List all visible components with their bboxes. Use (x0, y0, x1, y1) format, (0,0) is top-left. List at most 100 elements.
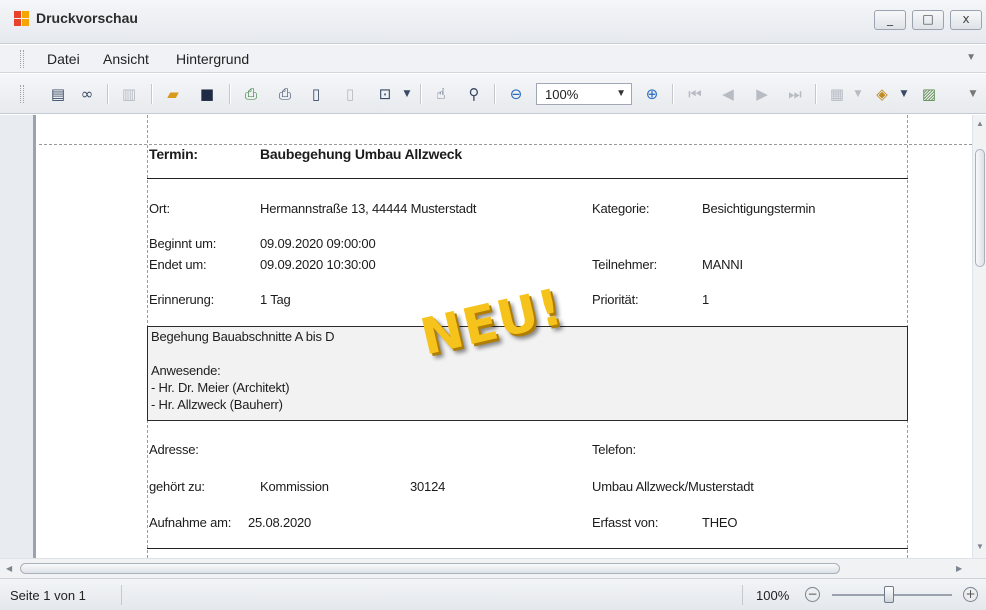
aufnahme-value: 25.08.2020 (248, 515, 312, 530)
toolbar-separator (494, 84, 495, 104)
find-icon[interactable]: ∞ (76, 84, 98, 104)
zoom-out-icon[interactable]: ⊖ (505, 84, 527, 104)
erinnerung-label: Erinnerung: (149, 292, 215, 307)
zoom-out-circle-icon[interactable]: − (805, 587, 820, 602)
margin-guide-top (39, 144, 972, 145)
projekt-value: Umbau Allzweck/Musterstadt (592, 479, 754, 494)
zoom-value: 100% (545, 87, 579, 102)
beginn-label: Beginnt um: (149, 236, 217, 251)
chevron-down-icon[interactable]: ▼ (616, 88, 626, 99)
toolbar-overflow-icon[interactable]: ▼ (962, 84, 984, 104)
last-page-icon[interactable]: ⏭ (784, 84, 806, 104)
zoom-percentage: 100% (756, 588, 790, 603)
toolbar-separator (672, 84, 673, 104)
kategorie-label: Kategorie: (592, 201, 650, 216)
scale-icon[interactable]: ▯ (339, 84, 361, 104)
page-left-edge (0, 115, 36, 558)
toolbar-separator (229, 84, 230, 104)
telefon-label: Telefon: (592, 442, 636, 457)
termin-label: Termin: (149, 146, 198, 162)
toolbar-grip[interactable] (20, 85, 24, 103)
menu-grip[interactable] (20, 50, 24, 68)
page-setup-icon[interactable]: ▯ (305, 84, 327, 104)
maximize-icon: □ (922, 12, 934, 26)
ende-label: Endet um: (149, 257, 207, 272)
ort-value: Hermannstraße 13, 44444 Musterstadt (260, 201, 477, 216)
print-dialog-icon[interactable]: ⎙ (240, 84, 262, 104)
erfasst-value: THEO (702, 515, 738, 530)
header-rule (147, 178, 908, 179)
footer-rule (147, 548, 908, 549)
status-bar: Seite 1 von 1 100% − + (0, 578, 986, 610)
gehoert-label: gehört zu: (149, 479, 205, 494)
teilnehmer-value: MANNI (702, 257, 743, 272)
erinnerung-value: 1 Tag (260, 292, 291, 307)
menu-ansicht[interactable]: Ansicht (103, 51, 149, 67)
status-separator (742, 585, 743, 605)
maximize-button[interactable]: □ (912, 10, 944, 30)
open-icon[interactable]: ▰ (162, 84, 184, 104)
page-color-dropdown-icon[interactable]: ▼ (893, 84, 915, 104)
close-icon: x (962, 12, 970, 26)
gehoert-value: Kommission (260, 479, 329, 494)
scroll-left-icon[interactable]: ◀ (6, 564, 12, 573)
toolbar-separator (107, 84, 108, 104)
page-margins-dropdown-icon[interactable]: ▼ (396, 84, 418, 104)
zoom-in-circle-icon[interactable]: + (963, 587, 978, 602)
parameters-icon[interactable]: ▥ (118, 84, 140, 104)
hand-tool-icon[interactable]: ☝ (430, 84, 452, 104)
document-map-icon[interactable]: ▤ (47, 84, 69, 104)
prioritaet-value: 1 (702, 292, 710, 307)
page-margins-icon[interactable]: ⊡ (374, 84, 396, 104)
app-icon (14, 11, 32, 29)
close-button[interactable]: x (950, 10, 982, 30)
magnifier-icon[interactable]: ⚲ (463, 84, 485, 104)
multiple-pages-dropdown-icon[interactable]: ▼ (847, 84, 869, 104)
menu-overflow-icon[interactable]: ▼ (966, 52, 976, 63)
scroll-right-icon[interactable]: ▶ (956, 564, 962, 573)
zoom-slider-thumb[interactable] (884, 586, 894, 603)
zoom-combobox[interactable]: 100% ▼ (536, 83, 632, 105)
menu-hintergrund[interactable]: Hintergrund (176, 51, 249, 67)
next-page-icon[interactable]: ▶ (751, 84, 773, 104)
prioritaet-label: Priorität: (592, 292, 639, 307)
notes-line: - Hr. Dr. Meier (Architekt) (151, 380, 290, 395)
toolbar-separator (420, 84, 421, 104)
notes-line: - Hr. Allzweck (Bauherr) (151, 397, 283, 412)
adresse-label: Adresse: (149, 442, 199, 457)
ort-label: Ort: (149, 201, 170, 216)
scroll-up-icon[interactable]: ▲ (976, 119, 984, 128)
toolbar: ▤ ∞ ▥ ▰ ■ ⎙ ⎙ ▯ ▯ ⊡ ▼ ☝ ⚲ ⊖ 100% ▼ ⊕ ⏮ ◀… (0, 74, 986, 114)
toolbar-separator (151, 84, 152, 104)
menu-bar: Datei Ansicht Hintergrund ▼ (0, 45, 986, 73)
aufnahme-label: Aufnahme am: (149, 515, 232, 530)
ende-value: 09.09.2020 10:30:00 (260, 257, 376, 272)
zoom-in-icon[interactable]: ⊕ (641, 84, 663, 104)
horizontal-scrollbar[interactable]: ◀ ▶ (0, 558, 986, 578)
watermark-icon[interactable]: ▨ (918, 84, 940, 104)
teilnehmer-label: Teilnehmer: (592, 257, 657, 272)
scroll-down-icon[interactable]: ▼ (976, 542, 984, 551)
status-separator (121, 585, 122, 605)
previous-page-icon[interactable]: ◀ (717, 84, 739, 104)
minimize-icon: _ (887, 12, 893, 26)
first-page-icon[interactable]: ⏮ (684, 84, 706, 104)
multiple-pages-icon[interactable]: ▦ (826, 84, 848, 104)
erfasst-label: Erfasst von: (592, 515, 659, 530)
window-title: Druckvorschau (36, 10, 138, 26)
vertical-scroll-thumb[interactable] (975, 149, 985, 267)
save-icon[interactable]: ■ (196, 84, 218, 104)
vertical-scrollbar[interactable]: ▲ ▼ (972, 115, 986, 558)
preview-viewport[interactable]: Termin: Baubegehung Umbau Allzweck Ort: … (0, 115, 972, 558)
minimize-button[interactable]: _ (874, 10, 906, 30)
print-icon[interactable]: ⎙ (274, 84, 296, 104)
notes-line: Anwesende: (151, 363, 221, 378)
kommission-number: 30124 (410, 479, 446, 494)
toolbar-separator (815, 84, 816, 104)
horizontal-scroll-thumb[interactable] (20, 563, 840, 574)
page-indicator: Seite 1 von 1 (10, 588, 86, 603)
page-color-icon[interactable]: ◈ (871, 84, 893, 104)
beginn-value: 09.09.2020 09:00:00 (260, 236, 376, 251)
kategorie-value: Besichtigungstermin (702, 201, 816, 216)
menu-datei[interactable]: Datei (47, 51, 80, 67)
